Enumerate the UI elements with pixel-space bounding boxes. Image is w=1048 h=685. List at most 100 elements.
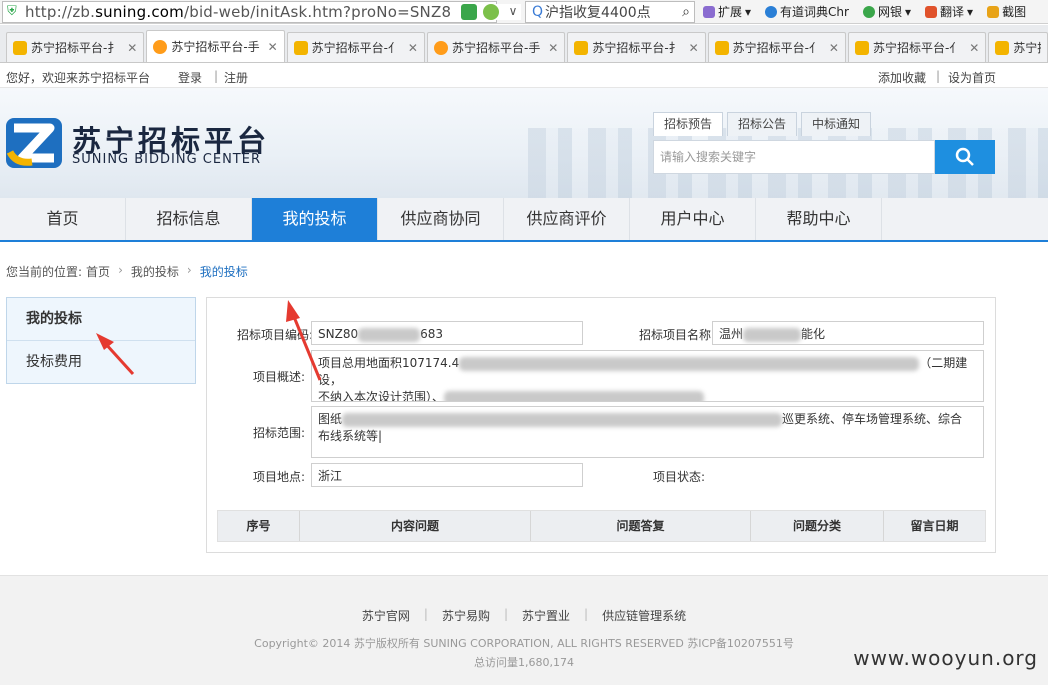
project-detail-panel: 招标项目编码: SNZ80 683 招标项目名称: 温州 能化 项目概述: 项目总用…	[206, 297, 996, 553]
extensions-button[interactable]: 扩展 ▾	[703, 3, 751, 20]
page-icon	[995, 40, 1010, 55]
screenshot-icon	[987, 5, 1000, 18]
chevron-right-icon: ›	[186, 263, 192, 277]
location-field[interactable]: 浙江	[311, 463, 583, 487]
browser-tab[interactable]: 苏宁招标平台-扌 ✕	[567, 32, 706, 62]
close-icon[interactable]: ✕	[969, 41, 979, 55]
footer-links: 苏宁官网 | 苏宁易购 | 苏宁置业 | 供应链管理系统	[0, 607, 1048, 624]
main-nav: 首页 招标信息 我的投标 供应商协同 供应商评价 用户中心 帮助中心	[0, 198, 1048, 242]
top-links-bar: 您好，欢迎来苏宁招标平台 登录 | 注册 添加收藏 | 设为首页	[0, 64, 1048, 88]
translate-icon	[925, 5, 938, 18]
site-header: 苏宁招标平台 SUNING BIDDING CENTER 招标预告 招标公告 中…	[0, 88, 1048, 198]
nav-user-center[interactable]: 用户中心	[630, 198, 756, 240]
sidebar-item-bid-fees[interactable]: 投标费用	[7, 341, 195, 384]
footer-link-suning-zhiye[interactable]: 苏宁置业	[508, 607, 584, 624]
suning-logo-icon[interactable]	[6, 118, 62, 168]
sidebar-menu: 我的投标 投标费用	[6, 297, 196, 384]
divider: |	[214, 69, 219, 83]
register-link[interactable]: 注册	[224, 69, 248, 86]
column-date: 留言日期	[910, 519, 959, 533]
breadcrumb-prefix: 您当前的位置:	[6, 265, 83, 279]
project-code-field[interactable]: SNZ80 683	[311, 321, 583, 345]
footer-link-supply-chain[interactable]: 供应链管理系统	[588, 607, 700, 624]
browser-tab[interactable]: 苏宁招标平台	[988, 32, 1048, 62]
netbank-button[interactable]: 网银 ▾	[862, 3, 911, 20]
qr-code-icon[interactable]	[461, 3, 477, 20]
login-link[interactable]: 登录	[178, 69, 202, 86]
address-icons: ∨	[457, 3, 521, 20]
translate-button[interactable]: 翻译 ▾	[925, 3, 973, 20]
page-icon	[13, 40, 27, 55]
extensions-icon	[703, 5, 715, 18]
lion-icon	[433, 40, 448, 55]
close-icon[interactable]: ✕	[408, 41, 418, 55]
browser-tab[interactable]: 苏宁招标平台-手 ✕	[426, 32, 566, 62]
browser-tab[interactable]: 苏宁招标平台-扌 ✕	[6, 32, 145, 62]
redacted-blur	[459, 356, 920, 371]
status-label: 项目状态:	[652, 470, 705, 484]
browser-tab[interactable]: 苏宁招标平台-亻 ✕	[707, 32, 846, 62]
breadcrumb-home[interactable]: 首页	[86, 263, 110, 280]
chevron-down-icon[interactable]: ∨	[505, 4, 521, 20]
browser-tab-active[interactable]: 苏宁招标平台-手 ✕	[146, 30, 285, 62]
footer-link-suning[interactable]: 苏宁官网	[348, 607, 424, 624]
browser-tab[interactable]: 苏宁招标平台-亻 ✕	[847, 32, 987, 62]
breadcrumb-my-bids[interactable]: 我的投标	[131, 263, 179, 280]
tab-bid-announcement[interactable]: 招标公告	[727, 112, 798, 136]
nav-bid-info[interactable]: 招标信息	[126, 198, 252, 240]
site-footer: 苏宁官网 | 苏宁易购 | 苏宁置业 | 供应链管理系统 Copyright© 201…	[0, 575, 1048, 685]
redacted-blur	[743, 327, 802, 342]
address-input[interactable]: ⛨ http://zb.suning.com/bid-web/initAsk.h…	[2, 0, 497, 23]
question-table-header: 序号 内容问题 问题答复 问题分类 留言日期	[217, 510, 986, 542]
add-favorite-link[interactable]: 添加收藏	[878, 69, 926, 86]
screenshot-button[interactable]: 截图	[987, 3, 1026, 20]
overview-field[interactable]: 项目总用地面积107174.4 （二期建设， 不纳入本次设计范围）、	[311, 350, 984, 402]
project-name-field[interactable]: 温州 能化	[712, 321, 984, 345]
watermark: www.wooyun.org	[853, 646, 1038, 670]
redacted-blur	[444, 390, 705, 401]
footer-link-suning-yigou[interactable]: 苏宁易购	[428, 607, 504, 624]
close-icon[interactable]: ✕	[689, 41, 699, 55]
column-index: 序号	[218, 511, 300, 541]
youdao-icon	[765, 5, 778, 18]
scope-field[interactable]: 图纸 巡更系统、停车场管理系统、综合 布线系统等|	[311, 406, 984, 458]
page-icon	[293, 40, 308, 55]
set-homepage-link[interactable]: 设为首页	[948, 69, 996, 86]
nav-supplier-review[interactable]: 供应商评价	[504, 198, 630, 240]
nav-my-bids[interactable]: 我的投标	[252, 198, 378, 240]
url-text: http://zb.suning.com/bid-web/initAsk.htm…	[25, 2, 452, 21]
close-icon[interactable]: ✕	[829, 41, 839, 55]
nav-supplier-collab[interactable]: 供应商协同	[378, 198, 504, 240]
page-icon	[854, 40, 869, 55]
location-label: 项目地点:	[252, 470, 305, 484]
column-answer: 问题答复	[531, 511, 751, 541]
close-icon[interactable]: ✕	[548, 41, 558, 55]
close-icon[interactable]: ✕	[127, 41, 137, 55]
browser-tab[interactable]: 苏宁招标平台-亻 ✕	[286, 32, 425, 62]
lion-icon	[153, 39, 168, 54]
redacted-blur	[342, 412, 783, 427]
scope-label: 招标范围:	[252, 426, 305, 440]
breadcrumb: 您当前的位置: 首页 › 我的投标 › 我的投标	[6, 263, 248, 280]
close-icon[interactable]: ✕	[268, 40, 278, 54]
nav-help-center[interactable]: 帮助中心	[756, 198, 882, 240]
breadcrumb-current: 我的投标	[199, 265, 248, 279]
secure-shield-icon: ⛨	[7, 3, 17, 19]
logo-subtitle: SUNING BIDDING CENTER	[72, 152, 261, 167]
youdao-button[interactable]: 有道词典Chr	[765, 3, 849, 20]
page-icon	[574, 40, 589, 55]
divider: |	[936, 69, 941, 83]
tab-bid-preview[interactable]: 招标预告	[653, 112, 724, 136]
search-tabs: 招标预告 招标公告 中标通知	[653, 112, 872, 136]
search-engine-icon: Q	[532, 3, 544, 20]
welcome-text: 您好，欢迎来苏宁招标平台	[6, 71, 151, 85]
overview-label: 项目概述:	[252, 370, 305, 384]
browser-search-input[interactable]: Q 沪指收复4400点 ⌕	[525, 0, 695, 23]
nav-home[interactable]: 首页	[0, 198, 126, 240]
sidebar-item-my-bids[interactable]: 我的投标	[7, 298, 195, 341]
search-button[interactable]	[935, 140, 995, 174]
search-icon[interactable]: ⌕	[682, 4, 690, 20]
refresh-icon[interactable]	[483, 3, 499, 20]
tab-award-notice[interactable]: 中标通知	[801, 112, 872, 136]
site-search-input[interactable]: 请输入搜索关键字	[653, 140, 935, 174]
